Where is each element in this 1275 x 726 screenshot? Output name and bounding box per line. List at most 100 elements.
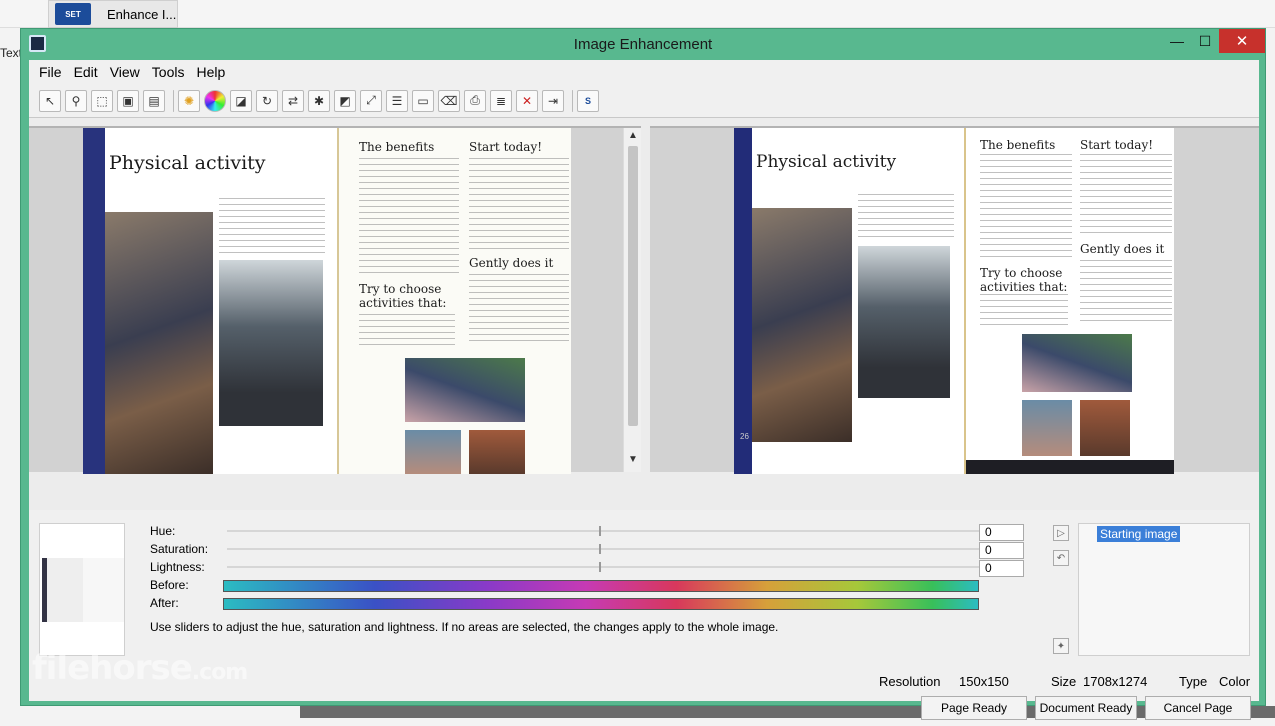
scroll-thumb[interactable] [628, 146, 638, 426]
resize-icon[interactable]: ⤢ [360, 89, 382, 112]
section-start-today: Start today! [469, 140, 543, 154]
toolbar-separator [572, 89, 573, 112]
page-heading: Physical activity [109, 152, 266, 174]
preview-scrollbar[interactable]: ▲ ▼ [623, 128, 641, 472]
section-the-benefits: The benefits [980, 138, 1056, 152]
despeckle-icon[interactable]: ✱ [308, 89, 330, 112]
original-image: Physical activity The benefits Start tod… [83, 128, 571, 474]
photo-person-climbing [752, 208, 852, 442]
after-spectrum [223, 598, 979, 610]
color-wheel-icon[interactable] [204, 89, 226, 112]
zoom-icon[interactable]: ⚲ [65, 89, 87, 112]
adjustment-hint: Use sliders to adjust the hue, saturatio… [150, 620, 779, 634]
scroll-down-icon[interactable]: ▼ [624, 454, 642, 470]
crop-icon[interactable]: ▣ [117, 89, 139, 112]
saturation-value-field[interactable]: 0 [979, 542, 1024, 559]
minimize-button[interactable]: — [1163, 29, 1191, 53]
page-number: 26 [740, 432, 749, 441]
eraser-icon[interactable]: ⌫ [438, 89, 460, 112]
photo-swimmers [1022, 400, 1072, 456]
mask-icon[interactable]: ◩ [334, 89, 356, 112]
saturation-label: Saturation: [150, 542, 209, 556]
photo-children [405, 358, 525, 422]
section-gently-does-it: Gently does it [1080, 242, 1165, 256]
close-button[interactable]: ✕ [1219, 29, 1265, 53]
section-try-to-choose: Try to choose activities that: [359, 282, 447, 310]
stamp-icon[interactable]: ⎙ [464, 89, 486, 112]
lightness-value-field[interactable]: 0 [979, 560, 1024, 577]
page-thumbnail[interactable] [39, 523, 125, 656]
action-buttons: Page Ready Document Ready Cancel Page [29, 696, 1259, 726]
maximize-button[interactable]: ☐ [1191, 29, 1219, 53]
menu-bar: File Edit View Tools Help [29, 60, 1259, 84]
photo-person-bucket [858, 246, 950, 398]
menu-tools[interactable]: Tools [146, 64, 191, 80]
report-icon[interactable]: ≣ [490, 89, 512, 112]
background-tab-label: Enhance I... [107, 6, 177, 22]
toolbar-separator [173, 89, 174, 112]
before-label: Before: [150, 578, 189, 592]
window-title: Image Enhancement [573, 35, 713, 53]
enhanced-image: Physical activity 26 The benefits Start … [734, 128, 1174, 474]
document-ready-button[interactable]: Document Ready [1035, 696, 1137, 720]
size-label: Size [1051, 674, 1077, 689]
background-taskbar [0, 0, 1275, 28]
reset-icon[interactable]: ✦ [1053, 638, 1069, 654]
lightness-slider[interactable] [227, 562, 979, 572]
background-app-tab[interactable]: SET Enhance I... [48, 0, 178, 28]
resolution-value: 150x150 [959, 674, 1009, 689]
delete-page-icon[interactable]: ✕ [516, 89, 538, 112]
after-label: After: [150, 596, 179, 610]
scanner-icon[interactable]: ▭ [412, 89, 434, 112]
select-arrow-icon[interactable]: ↖ [39, 89, 61, 112]
lightness-label: Lightness: [150, 560, 205, 574]
deskew-icon[interactable]: ◪ [230, 89, 252, 112]
marquee-select-icon[interactable]: ⬚ [91, 89, 113, 112]
menu-view[interactable]: View [104, 64, 146, 80]
lightness-slider-knob[interactable] [599, 562, 601, 572]
brightness-icon[interactable]: ✺ [178, 89, 200, 112]
photo-person-climbing [105, 212, 213, 474]
resolution-label: Resolution [879, 674, 941, 689]
menu-edit[interactable]: Edit [68, 64, 104, 80]
menu-file[interactable]: File [33, 64, 68, 80]
window-controls: — ☐ ✕ [1163, 29, 1265, 53]
photo-group [1080, 400, 1130, 456]
apply-icon[interactable]: ▷ [1053, 525, 1069, 541]
type-value: Color [1219, 674, 1251, 689]
page-frame-icon[interactable]: ▤ [143, 89, 165, 112]
hue-slider[interactable] [227, 526, 979, 536]
toolbar: ↖ ⚲ ⬚ ▣ ▤ ✺ ◪ ↻ ⇄ ✱ ◩ ⤢ ☰ ▭ ⌫ ⎙ ≣ ✕ ⇥ S [29, 84, 1259, 118]
photo-children [1022, 334, 1132, 392]
saturation-slider[interactable] [227, 544, 979, 554]
history-list: Starting image [1078, 523, 1250, 656]
set-logo-icon[interactable]: S [577, 89, 599, 112]
saturation-slider-knob[interactable] [599, 544, 601, 554]
scroll-up-icon[interactable]: ▲ [624, 130, 642, 146]
section-start-today: Start today! [1080, 138, 1154, 152]
export-icon[interactable]: ⇥ [542, 89, 564, 112]
hue-value-field[interactable]: 0 [979, 524, 1024, 541]
page-flip-icon[interactable]: ⇄ [282, 89, 304, 112]
section-try-to-choose: Try to choose activities that: [980, 266, 1068, 294]
hue-slider-knob[interactable] [599, 526, 601, 536]
document-icon[interactable]: ☰ [386, 89, 408, 112]
history-item[interactable]: Starting image [1097, 526, 1181, 542]
background-side-text: Text [0, 46, 23, 60]
menu-help[interactable]: Help [190, 64, 231, 80]
cancel-page-button[interactable]: Cancel Page [1145, 696, 1251, 720]
rotate-icon[interactable]: ↻ [256, 89, 278, 112]
undo-icon[interactable]: ↶ [1053, 550, 1069, 566]
before-spectrum [223, 580, 979, 592]
type-label: Type [1179, 674, 1208, 689]
section-the-benefits: The benefits [359, 140, 435, 154]
preview-area: Physical activity The benefits Start tod… [29, 118, 1259, 510]
adjustment-panel: Hue: 0 Saturation: 0 Lightness: 0 Before… [29, 510, 1259, 660]
page-ready-button[interactable]: Page Ready [921, 696, 1027, 720]
original-image-pane[interactable]: Physical activity The benefits Start tod… [29, 126, 641, 474]
app-logo-icon: SET [55, 3, 91, 25]
enhanced-image-pane[interactable]: Physical activity 26 The benefits Start … [650, 126, 1259, 474]
photo-group [469, 430, 525, 474]
section-gently-does-it: Gently does it [469, 256, 554, 270]
photo-person-bucket [219, 260, 323, 426]
